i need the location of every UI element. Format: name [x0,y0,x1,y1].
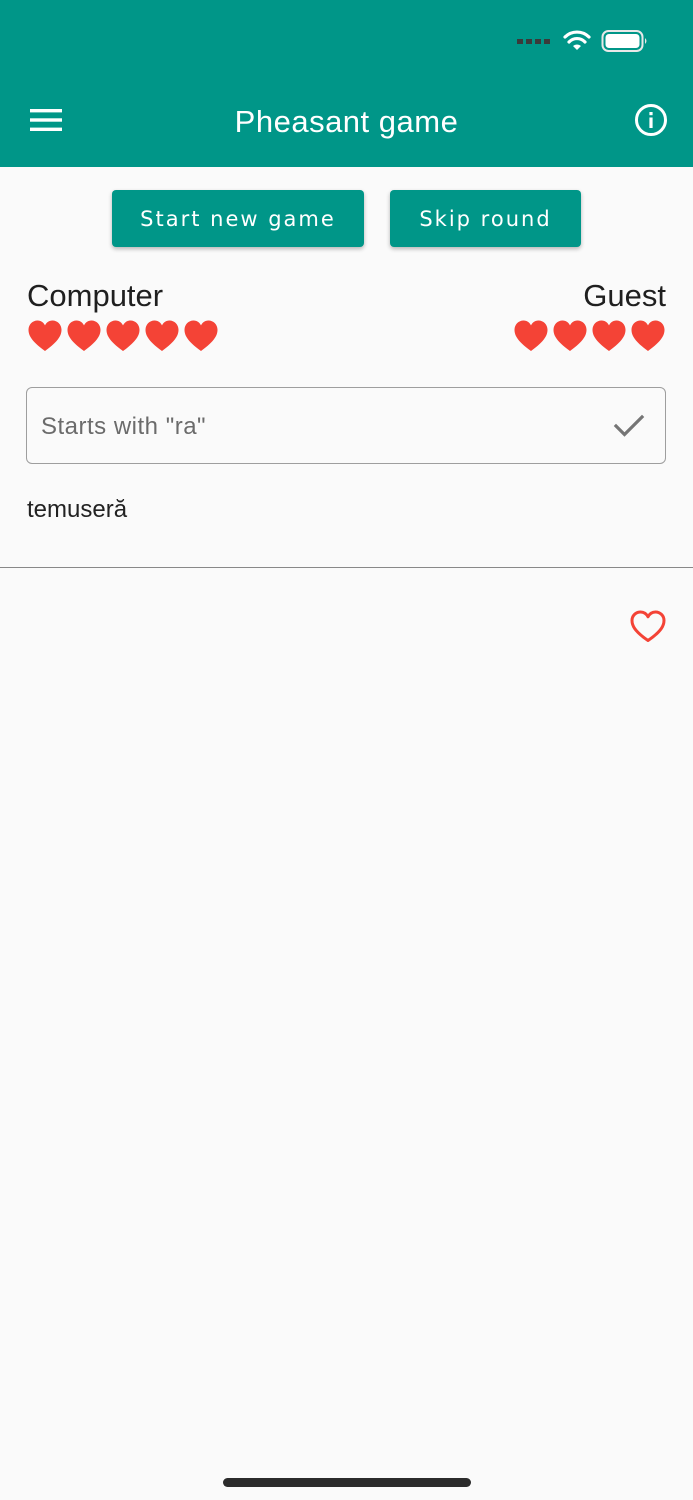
info-icon [635,104,667,136]
info-button[interactable] [629,98,673,142]
guest-lives [510,318,666,354]
wifi-icon [563,30,591,52]
favorite-button[interactable] [629,608,667,646]
heart-icon [514,320,548,351]
player-name-computer: Computer [27,278,164,313]
player-name-guest: Guest [583,278,666,313]
app-bar: Pheasant game [0,0,693,167]
word-input-container [26,387,666,465]
heart-outline-icon [630,610,666,642]
heart-icon [28,320,62,351]
start-new-game-button[interactable]: Start new game [112,190,364,247]
home-indicator [223,1478,471,1487]
status-bar-icons [517,26,649,56]
toolbar: Pheasant game [0,78,693,166]
heart-icon [631,320,665,351]
heart-icon [67,320,101,351]
cellular-signal-icon [517,36,551,46]
check-icon [613,414,645,437]
skip-round-button[interactable]: Skip round [390,190,581,247]
battery-icon [601,29,649,53]
app-title: Pheasant game [234,104,459,139]
last-played-word: temuseră [27,496,128,523]
heart-icon [106,320,140,351]
heart-icon [592,320,626,351]
word-input[interactable] [39,388,603,465]
divider [0,567,693,568]
heart-icon [145,320,179,351]
heart-icon [184,320,218,351]
heart-icon [553,320,587,351]
computer-lives [27,318,222,354]
submit-word-button[interactable] [611,408,647,444]
